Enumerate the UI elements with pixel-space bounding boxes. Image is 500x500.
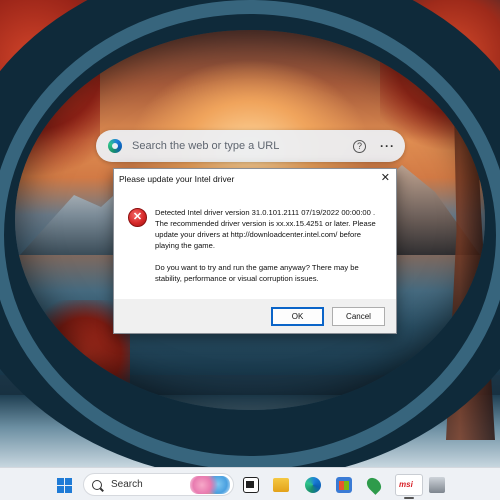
taskbar-search-label: Search <box>111 479 143 490</box>
store-icon[interactable] <box>336 477 352 493</box>
dialog-message: Detected Intel driver version 31.0.101.2… <box>155 207 386 293</box>
start-icon-tile <box>65 486 72 493</box>
error-icon: ✕ <box>128 208 147 227</box>
msi-app-label: msi <box>399 480 413 489</box>
dialog-body: ✕ Detected Intel driver version 31.0.101… <box>114 189 396 293</box>
more-options-icon[interactable]: ··· <box>380 139 395 153</box>
dialog-message-driver: Detected Intel driver version 31.0.101.2… <box>155 208 376 250</box>
active-app-indicator <box>404 497 414 499</box>
dialog-titlebar[interactable]: Please update your Intel driver ✕ <box>114 169 396 189</box>
start-icon[interactable] <box>57 478 72 493</box>
dialog-footer: OK Cancel <box>114 299 396 333</box>
file-explorer-icon[interactable] <box>273 478 289 492</box>
start-icon-tile <box>57 486 64 493</box>
msi-app-icon[interactable]: msi <box>395 474 423 496</box>
driver-update-dialog: Please update your Intel driver ✕ ✕ Dete… <box>113 168 397 334</box>
close-icon[interactable]: ✕ <box>381 172 390 184</box>
search-input[interactable]: Search the web or type a URL <box>132 140 353 152</box>
taskbar: Search msi <box>0 467 500 500</box>
search-highlight-art-icon <box>190 475 230 494</box>
edge-icon[interactable] <box>305 477 321 493</box>
edge-icon <box>108 139 122 153</box>
leaf-app-icon[interactable] <box>364 475 384 495</box>
cancel-button[interactable]: Cancel <box>332 306 385 326</box>
start-icon-tile <box>57 478 64 485</box>
ok-button[interactable]: OK <box>271 306 324 326</box>
start-icon-tile <box>65 478 72 485</box>
help-icon[interactable]: ? <box>353 139 366 153</box>
dialog-title: Please update your Intel driver <box>119 174 235 184</box>
task-view-icon[interactable] <box>243 477 259 493</box>
browser-search-bar[interactable]: Search the web or type a URL ? ··· <box>96 130 405 162</box>
tool-app-icon[interactable] <box>429 477 445 493</box>
dialog-message-question: Do you want to try and run the game anyw… <box>155 263 359 283</box>
search-icon <box>92 479 102 490</box>
taskbar-search-box[interactable]: Search <box>83 473 234 496</box>
